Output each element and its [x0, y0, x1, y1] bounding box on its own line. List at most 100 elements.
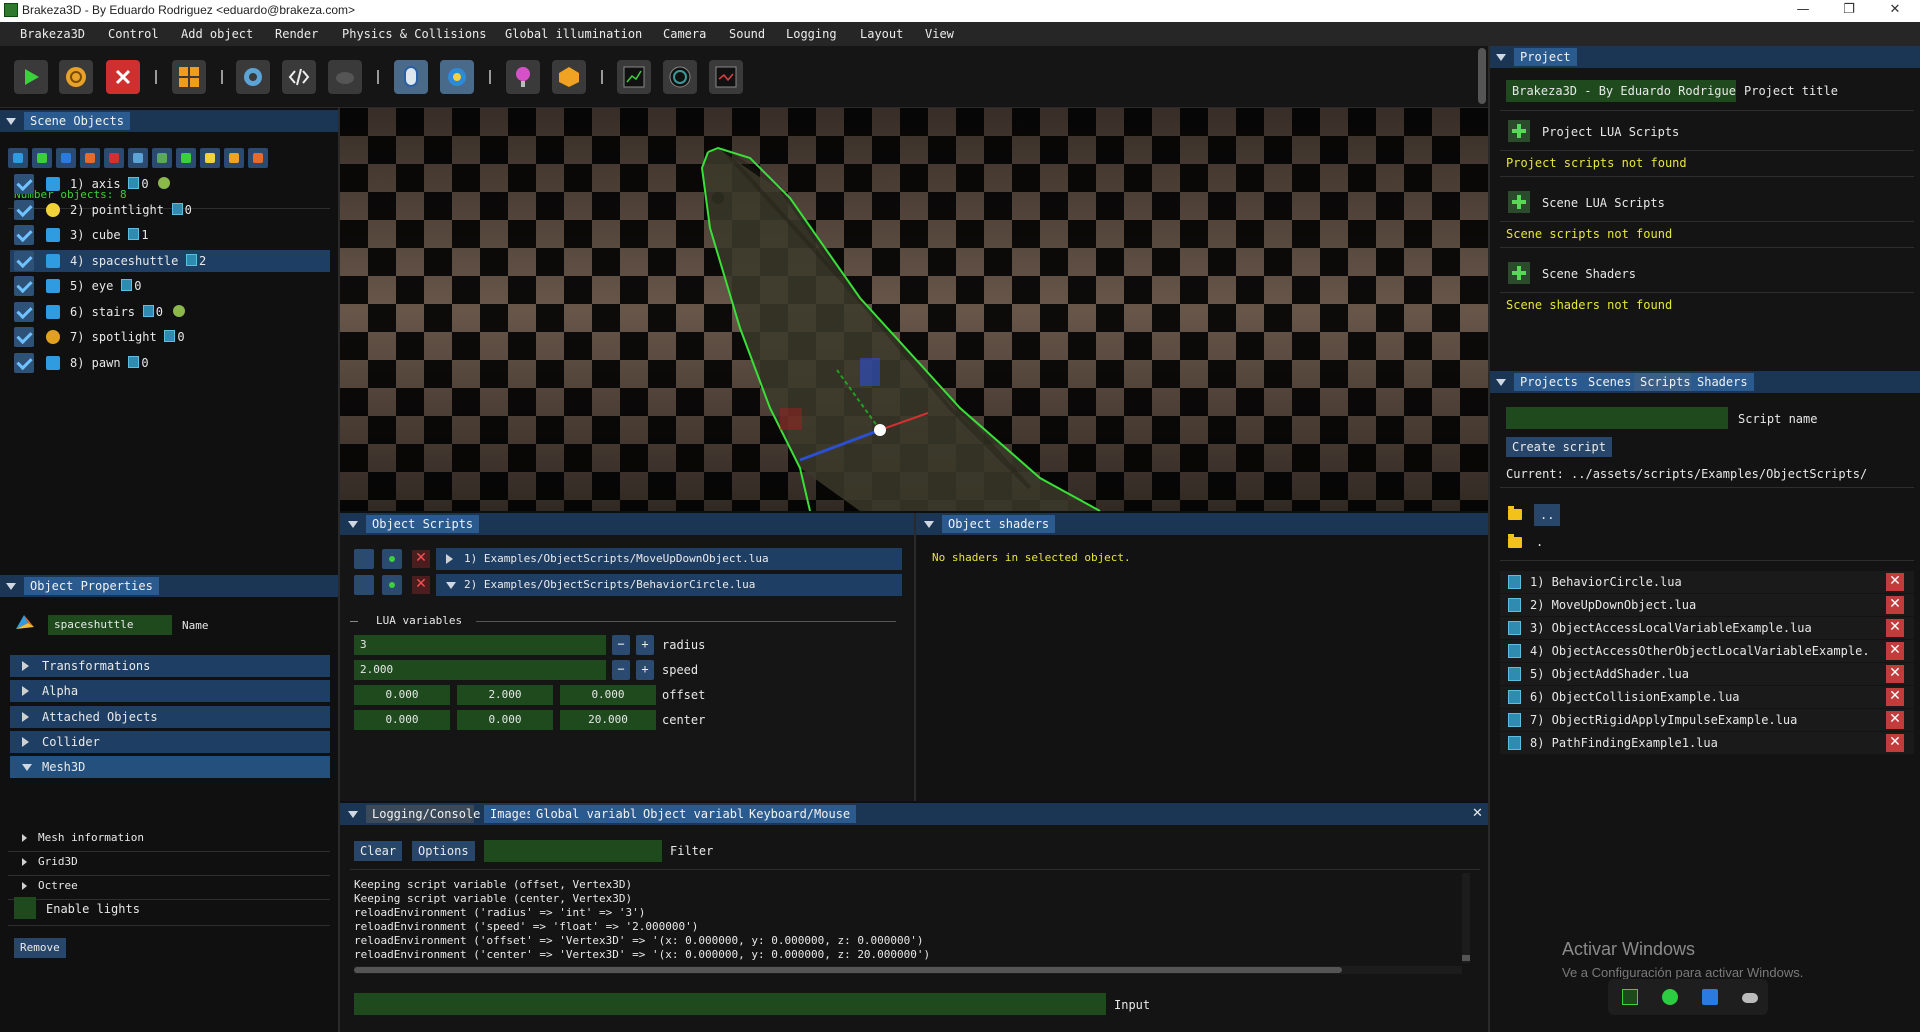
- visible-checkbox[interactable]: [14, 276, 34, 296]
- list-item[interactable]: 6) ObjectCollisionExample.lua ✕: [1500, 686, 1914, 708]
- reload-script-icon[interactable]: [382, 575, 402, 595]
- grid-icon[interactable]: [176, 148, 196, 168]
- tab-keyboard-mouse[interactable]: Keyboard/Mouse: [743, 805, 857, 823]
- var-offset-y[interactable]: 2.000: [457, 685, 553, 705]
- circle-icon[interactable]: [663, 60, 697, 94]
- list-item[interactable]: 2) MoveUpDownObject.lua ✕: [1500, 594, 1914, 616]
- delete-file-icon[interactable]: ✕: [1886, 596, 1904, 614]
- filter-input[interactable]: [484, 840, 662, 862]
- list-item[interactable]: 6) stairs 0: [10, 301, 330, 323]
- settings-icon[interactable]: [236, 60, 270, 94]
- image-icon[interactable]: [128, 148, 148, 168]
- script-file-icon[interactable]: [354, 549, 374, 569]
- parent-folder-button[interactable]: ..: [1534, 504, 1561, 526]
- right-splitter[interactable]: [1488, 46, 1490, 1032]
- list-item[interactable]: 1) axis 0: [10, 173, 330, 195]
- subsection-octree[interactable]: Octree: [10, 877, 330, 897]
- var-center-z[interactable]: 20.000: [560, 710, 656, 730]
- visible-checkbox[interactable]: [14, 352, 34, 373]
- console-vscroll-track[interactable]: [1462, 873, 1470, 963]
- menu-global-illumination[interactable]: Global illumination: [505, 27, 642, 41]
- mouse-icon[interactable]: [394, 60, 428, 94]
- delete-file-icon[interactable]: ✕: [1886, 688, 1904, 706]
- close-icon[interactable]: ✕: [1472, 806, 1483, 821]
- delete-file-icon[interactable]: ✕: [1886, 573, 1904, 591]
- tab-scene-objects[interactable]: Scene Objects: [24, 112, 130, 130]
- menu-camera[interactable]: Camera: [663, 27, 706, 41]
- var-center-y[interactable]: 0.000: [457, 710, 553, 730]
- tab-project[interactable]: Project: [1514, 48, 1577, 66]
- decrement-button[interactable]: −: [612, 660, 630, 680]
- list-item[interactable]: 4) ObjectAccessOtherObjectLocalVariableE…: [1500, 640, 1914, 662]
- tray-app-icon[interactable]: [1622, 989, 1638, 1005]
- close-window-button[interactable]: ✕: [1872, 0, 1918, 22]
- visible-checkbox[interactable]: [14, 199, 34, 220]
- mesh-icon[interactable]: [80, 148, 100, 168]
- enable-lights-checkbox[interactable]: [14, 897, 36, 919]
- list-item[interactable]: 5) ObjectAddShader.lua ✕: [1500, 663, 1914, 685]
- var-radius-input[interactable]: 3: [354, 635, 606, 655]
- tab-object-shaders[interactable]: Object shaders: [942, 515, 1056, 533]
- script-file-icon[interactable]: [354, 575, 374, 595]
- list-item[interactable]: 2) pointlight 0: [10, 199, 330, 221]
- visible-checkbox[interactable]: [14, 327, 34, 347]
- remove-script-icon[interactable]: ✕: [412, 550, 430, 568]
- remove-button[interactable]: Remove: [14, 938, 66, 958]
- visible-checkbox[interactable]: [14, 225, 34, 245]
- section-mesh3d[interactable]: Mesh3D: [10, 756, 330, 779]
- play-icon[interactable]: [14, 60, 48, 94]
- list-item[interactable]: 8) PathFindingExample1.lua ✕: [1500, 732, 1914, 754]
- chart-icon[interactable]: [709, 60, 743, 94]
- screen-icon[interactable]: [32, 148, 52, 168]
- menu-sound[interactable]: Sound: [729, 27, 765, 41]
- collapse-icon[interactable]: [1496, 54, 1506, 61]
- tab-shaders[interactable]: Shaders: [1691, 373, 1754, 391]
- graph-icon[interactable]: [617, 60, 651, 94]
- visible-checkbox[interactable]: [14, 174, 34, 194]
- reload-script-icon[interactable]: [382, 549, 402, 569]
- cloud-icon[interactable]: [1742, 993, 1758, 1003]
- collapse-icon[interactable]: [348, 521, 358, 528]
- options-button[interactable]: Options: [412, 841, 475, 861]
- left-splitter[interactable]: [338, 108, 340, 1032]
- list-item[interactable]: 1) BehaviorCircle.lua ✕: [1500, 571, 1914, 593]
- visible-checkbox[interactable]: [14, 250, 34, 271]
- script-row[interactable]: 2) Examples/ObjectScripts/BehaviorCircle…: [436, 574, 902, 596]
- add-scene-shader-icon[interactable]: [1508, 262, 1530, 284]
- subsection-grid3d[interactable]: Grid3D: [10, 853, 330, 873]
- object-icon[interactable]: [8, 148, 28, 168]
- minimize-button[interactable]: —: [1780, 0, 1826, 22]
- section-attached-objects[interactable]: Attached Objects: [10, 705, 330, 728]
- remove-script-icon[interactable]: ✕: [412, 576, 430, 594]
- object-name-input[interactable]: spaceshuttle: [48, 615, 172, 635]
- project-title-input[interactable]: Brakeza3D - By Eduardo Rodriguez <eduar: [1506, 80, 1736, 102]
- var-offset-x[interactable]: 0.000: [354, 685, 450, 705]
- shield-icon[interactable]: [1702, 989, 1718, 1005]
- console-input[interactable]: [354, 993, 1106, 1015]
- collapse-icon[interactable]: [348, 811, 358, 818]
- collapse-icon[interactable]: [6, 118, 16, 125]
- increment-button[interactable]: +: [636, 635, 654, 655]
- delete-file-icon[interactable]: ✕: [1886, 665, 1904, 683]
- decrement-button[interactable]: −: [612, 635, 630, 655]
- maximize-button[interactable]: ❐: [1826, 0, 1872, 22]
- section-transformations[interactable]: Transformations: [10, 655, 330, 677]
- tab-object-scripts[interactable]: Object Scripts: [366, 515, 480, 533]
- menu-logging[interactable]: Logging: [786, 27, 837, 41]
- menu-add-object[interactable]: Add object: [181, 27, 253, 41]
- physics-icon[interactable]: [552, 60, 586, 94]
- add-scene-script-icon[interactable]: [1508, 191, 1530, 213]
- add-project-script-icon[interactable]: [1508, 120, 1530, 142]
- collapse-icon[interactable]: [924, 521, 934, 528]
- bulb-icon[interactable]: [200, 148, 220, 168]
- console-vscroll-thumb[interactable]: [1462, 955, 1470, 961]
- delete-file-icon[interactable]: ✕: [1886, 642, 1904, 660]
- collapse-icon[interactable]: [1496, 379, 1506, 386]
- console-hscroll-thumb[interactable]: [354, 967, 1342, 973]
- list-item[interactable]: 5) eye 0: [10, 275, 330, 297]
- panel-splitter[interactable]: [914, 513, 916, 801]
- tab-projects[interactable]: Projects: [1514, 373, 1584, 391]
- collapse-icon[interactable]: [6, 583, 16, 590]
- menu-render[interactable]: Render: [275, 27, 318, 41]
- cone-icon[interactable]: [248, 148, 268, 168]
